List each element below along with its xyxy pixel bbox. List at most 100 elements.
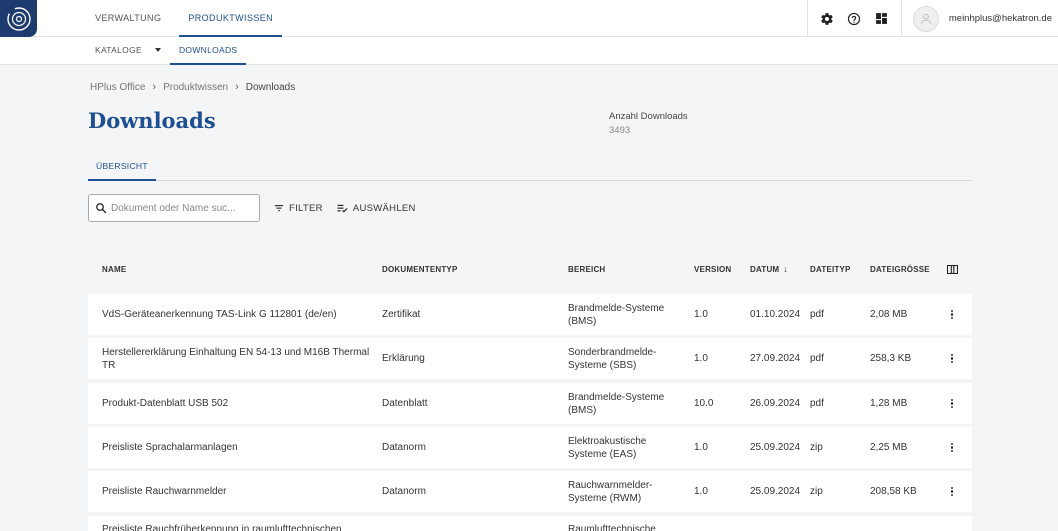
subnav-tab-label: KATALOGE [95, 45, 142, 55]
select-label: AUSWÄHLEN [352, 202, 416, 214]
more-vertical-icon [950, 442, 954, 453]
subnav-tab-kataloge[interactable]: KATALOGE [86, 37, 170, 65]
table-row[interactable]: VdS-Geräteanerkennung TAS-Link G 112801 … [88, 294, 972, 335]
table-row[interactable]: Preisliste Rauchfrüherkennung in raumluf… [88, 516, 972, 531]
table-row[interactable]: Preisliste Sprachalarmanlagen Datanorm E… [88, 427, 972, 468]
cell-type: Zertifikat [382, 309, 421, 320]
cell-version: 1.0 [694, 442, 708, 453]
table-row[interactable]: Preisliste Rauchwarnmelder Datanorm Rauc… [88, 471, 972, 512]
top-bar: VERWALTUNG PRODUKTWISSEN meinhplus@hekat… [0, 0, 1058, 37]
column-header-size[interactable]: DATEIGRÖSSE [870, 258, 940, 280]
download-count-value: 3493 [609, 125, 631, 136]
cell-name: Preisliste Rauchfrüherkennung in raumluf… [102, 524, 342, 531]
column-settings-button[interactable] [946, 258, 958, 280]
row-menu-button[interactable] [946, 294, 958, 335]
column-header-version[interactable]: VERSION [694, 258, 744, 280]
cell-version: 10.0 [694, 398, 714, 409]
apps-button[interactable] [868, 6, 894, 32]
apps-icon [875, 13, 887, 24]
cell-date: 25.09.2024 [750, 486, 801, 497]
column-header-filetype[interactable]: DATEITYP [810, 258, 860, 280]
filter-icon [274, 205, 284, 212]
cell-version: 1.0 [694, 486, 708, 497]
cell-filetype: pdf [810, 309, 824, 320]
cell-area: Brandmelde-Systeme (BMS) [568, 391, 665, 416]
table-header: NAME DOKUMENTENTYP BEREICH VERSION DATUM… [88, 258, 972, 280]
avatar[interactable] [912, 5, 939, 32]
cell-version: 1.0 [694, 353, 708, 364]
cell-filetype: zip [810, 486, 823, 497]
nav-tab-produktwissen[interactable]: PRODUKTWISSEN [179, 0, 283, 37]
row-menu-button[interactable] [946, 427, 958, 468]
subnav-tab-downloads[interactable]: DOWNLOADS [169, 37, 247, 65]
help-icon [848, 12, 861, 25]
sub-nav-bar: KATALOGE DOWNLOADS [0, 37, 1058, 65]
tab-uebersicht[interactable]: ÜBERSICHT [88, 153, 156, 181]
cell-type: Datanorm [382, 442, 426, 453]
more-vertical-icon [950, 398, 954, 409]
select-button[interactable]: AUSWÄHLEN [337, 203, 416, 214]
columns-icon [946, 264, 958, 274]
app-logo[interactable] [0, 0, 37, 37]
cell-type: Datenblatt [382, 398, 428, 409]
search-icon [96, 203, 107, 214]
cell-version: 1.0 [694, 309, 708, 320]
cell-name: Herstellererklärung Einhaltung EN 54-13 … [102, 346, 370, 371]
nav-tab-verwaltung[interactable]: VERWALTUNG [86, 0, 170, 37]
search-box [88, 194, 260, 222]
cell-size: 2,08 MB [870, 309, 908, 320]
sub-nav: KATALOGE DOWNLOADS [86, 37, 247, 65]
chevron-right-icon: › [235, 81, 239, 93]
cell-filetype: pdf [810, 398, 824, 409]
breadcrumb-current: Downloads [245, 81, 296, 93]
caret-down-icon [154, 48, 161, 52]
logo-icon [6, 6, 31, 31]
more-vertical-icon [950, 353, 954, 364]
download-count-label: Anzahl Downloads [609, 111, 688, 122]
column-header-type[interactable]: DOKUMENTENTYP [382, 258, 552, 280]
checklist-icon [337, 204, 348, 213]
table-row[interactable]: Produkt-Datenblatt USB 502 Datenblatt Br… [88, 383, 972, 424]
column-header-date[interactable]: DATUM ↓ [750, 258, 810, 280]
row-menu-button[interactable] [946, 471, 958, 512]
breadcrumb: HPlus Office › Produktwissen › Downloads [90, 81, 295, 93]
cell-size: 208,58 KB [870, 486, 917, 497]
row-menu-button[interactable] [946, 383, 958, 424]
divider [900, 0, 902, 37]
cell-name: Preisliste Sprachalarmanlagen [102, 442, 238, 453]
toolbar: FILTER AUSWÄHLEN [88, 194, 416, 222]
cell-area: Rauchwarnmelder-Systeme (RWM) [568, 479, 653, 504]
breadcrumb-item[interactable]: HPlus Office [90, 82, 145, 93]
cell-date: 25.09.2024 [750, 442, 801, 453]
row-menu-button[interactable] [946, 338, 958, 379]
main-nav: VERWALTUNG PRODUKTWISSEN [86, 0, 291, 37]
help-button[interactable] [841, 6, 867, 32]
user-email[interactable]: meinhplus@hekatron.de [949, 13, 1052, 24]
cell-size: 2,25 MB [870, 442, 908, 453]
cell-size: 258,3 KB [870, 353, 912, 364]
column-header-area[interactable]: BEREICH [568, 258, 678, 280]
cell-size: 1,28 MB [870, 398, 908, 409]
table-row[interactable]: Herstellererklärung Einhaltung EN 54-13 … [88, 338, 972, 379]
filter-button[interactable]: FILTER [274, 203, 323, 214]
content-tabs: ÜBERSICHT [88, 153, 972, 181]
cell-date: 26.09.2024 [750, 398, 801, 409]
column-header-date-label: DATUM [750, 264, 780, 274]
cell-area: Sonderbrandmelde-Systeme (SBS) [568, 346, 657, 371]
breadcrumb-item[interactable]: Produktwissen [163, 82, 228, 93]
settings-button[interactable] [814, 6, 840, 32]
search-input[interactable] [111, 202, 251, 214]
chevron-right-icon: › [152, 81, 157, 93]
download-count: Anzahl Downloads 3493 [609, 111, 688, 136]
cell-area: Raumlufttechnische [568, 524, 656, 531]
settings-icon [821, 12, 834, 25]
cell-filetype: pdf [810, 353, 824, 364]
cell-name: VdS-Geräteanerkennung TAS-Link G 112801 … [102, 309, 337, 320]
page-title: Downloads [88, 108, 216, 133]
column-header-name[interactable]: NAME [102, 258, 372, 280]
cell-type: Erklärung [382, 353, 425, 364]
header-actions: meinhplus@hekatron.de [801, 0, 1058, 37]
cell-date: 01.10.2024 [750, 309, 801, 320]
cell-type: Datanorm [382, 486, 426, 497]
more-vertical-icon [950, 309, 954, 320]
